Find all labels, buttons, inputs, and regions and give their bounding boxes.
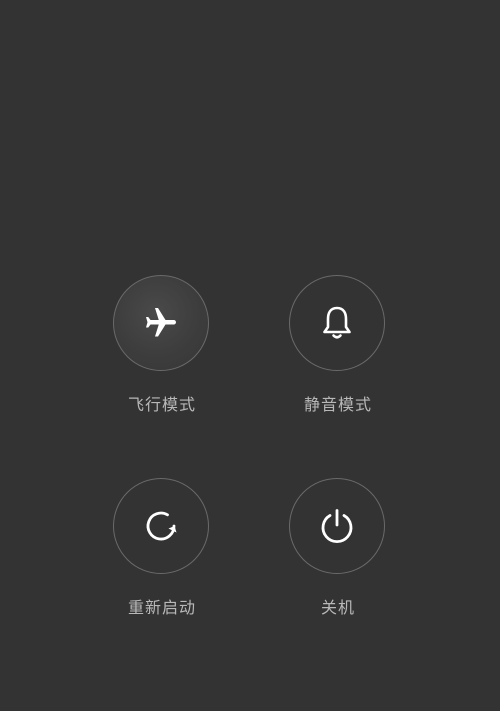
silent-mode-circle[interactable] (289, 275, 385, 371)
silent-mode-button[interactable]: 静音模式 (268, 275, 408, 425)
reboot-button[interactable]: 重新启动 (92, 478, 232, 628)
power-menu-screen: 飞行模式 静音模式 重新启动 关机 (0, 0, 500, 711)
airplane-icon (143, 305, 179, 341)
bell-icon (317, 303, 357, 343)
airplane-mode-circle[interactable] (113, 275, 209, 371)
power-icon (317, 506, 357, 546)
airplane-mode-label: 飞行模式 (127, 395, 196, 414)
reboot-circle[interactable] (113, 478, 209, 574)
reboot-label: 重新启动 (127, 598, 196, 617)
restart-icon (141, 506, 181, 546)
shutdown-button[interactable]: 关机 (268, 478, 408, 628)
airplane-mode-button[interactable]: 飞行模式 (92, 275, 232, 425)
shutdown-circle[interactable] (289, 478, 385, 574)
silent-mode-label: 静音模式 (303, 395, 372, 414)
shutdown-label: 关机 (320, 598, 355, 617)
